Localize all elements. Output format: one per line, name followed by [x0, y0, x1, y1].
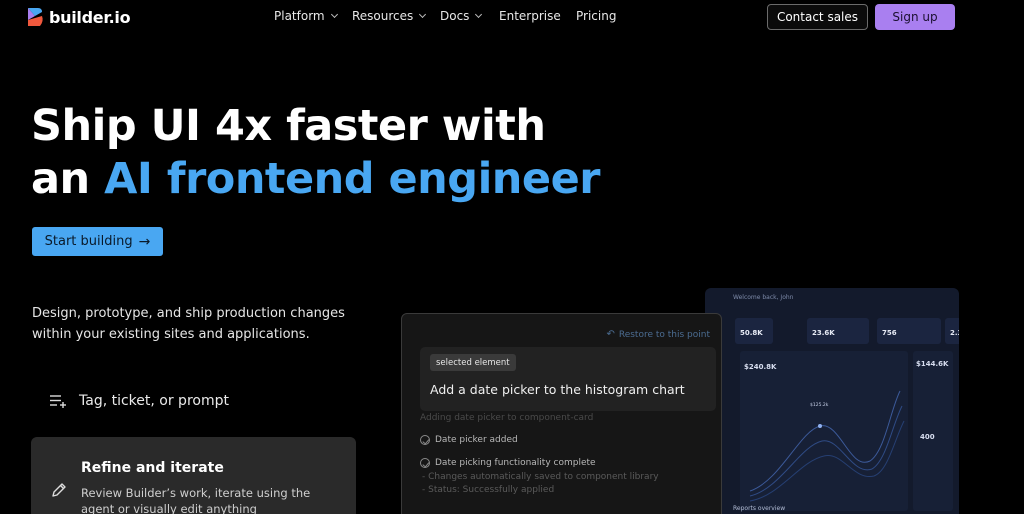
restore-button[interactable]: ↶ Restore to this point	[606, 329, 710, 340]
hero-subtitle: Design, prototype, and ship production c…	[32, 306, 345, 342]
dashboard-stat-card: 50.8K	[735, 318, 773, 344]
feature-tab-prompt[interactable]: Tag, ticket, or prompt	[50, 393, 229, 409]
cta-label: Start building	[44, 234, 133, 249]
chevron-down-icon	[419, 10, 427, 19]
pencil-icon	[52, 483, 66, 497]
builder-logo-icon	[28, 8, 43, 26]
chart-waves	[749, 390, 905, 502]
dashboard-welcome: Welcome back, John	[733, 294, 794, 301]
nav-label: Docs	[440, 9, 470, 23]
selected-element-tag[interactable]: selected element	[430, 354, 516, 371]
check-circle-icon	[420, 435, 430, 445]
side-value-2: 400	[920, 433, 935, 441]
prompt-text: Add a date picker to the histogram chart	[430, 382, 685, 397]
check-label: Date picker added	[435, 435, 518, 445]
brand-name: builder.io	[49, 7, 131, 27]
nav-label: Pricing	[576, 9, 617, 23]
dashboard-stat-card: 23.6K	[807, 318, 869, 344]
dashboard-stat-card: 2.3	[945, 318, 959, 344]
list-add-icon	[50, 395, 66, 408]
dashboard-stat-card: 756	[877, 318, 941, 344]
stat-value: 756	[882, 329, 897, 337]
contact-sales-button[interactable]: Contact sales	[767, 4, 868, 30]
ai-chat-panel: ↶ Restore to this point selected element…	[401, 313, 722, 514]
restore-label: Restore to this point	[618, 329, 710, 340]
check-label: Date picking functionality complete	[435, 458, 596, 468]
nav-item-pricing[interactable]: Pricing	[576, 9, 616, 23]
stat-value: 2.3	[950, 329, 959, 337]
detail-line: - Status: Successfully applied	[422, 485, 555, 495]
dashboard-preview: Welcome back, John 50.8K 23.6K 756 2.3 $…	[705, 288, 959, 514]
check-item: Date picker added	[420, 435, 518, 445]
stat-value: 50.8K	[740, 329, 763, 337]
nav-item-platform[interactable]: Platform	[274, 9, 352, 23]
nav-item-docs[interactable]: Docs	[440, 9, 499, 23]
chevron-down-icon	[475, 10, 483, 19]
status-text: Adding date picker to component-card	[420, 413, 594, 423]
dashboard-histogram-chart: $240.8K $125.2k	[740, 351, 908, 511]
hero-title-line1: Ship UI 4x faster with	[31, 101, 546, 151]
check-item: Date picking functionality complete	[420, 458, 596, 468]
hero-title-accent: AI frontend engineer	[104, 154, 600, 204]
nav-label: Enterprise	[499, 9, 561, 23]
feature-card-description: Review Builder’s work, iterate using the…	[81, 486, 311, 514]
arrow-right-icon: →	[138, 233, 151, 250]
sign-up-button[interactable]: Sign up	[875, 4, 955, 30]
nav-links: Platform Resources Docs Enterprise Prici…	[274, 9, 616, 23]
start-building-button[interactable]: Start building →	[32, 227, 163, 256]
side-value: $144.6K	[916, 360, 949, 368]
nav-label: Resources	[352, 9, 414, 23]
top-nav: builder.io Platform Resources Docs Enter…	[0, 0, 1024, 34]
feature-card-refine[interactable]: Refine and iterate Review Builder’s work…	[31, 437, 356, 514]
nav-item-enterprise[interactable]: Enterprise	[499, 9, 576, 23]
logo[interactable]: builder.io	[27, 7, 131, 27]
detail-line: - Changes automatically saved to compone…	[422, 472, 659, 482]
hero-title-prefix: an	[31, 154, 105, 204]
undo-icon: ↶	[606, 329, 615, 340]
nav-item-resources[interactable]: Resources	[352, 9, 440, 23]
dashboard-footer-label: Reports overview	[733, 505, 786, 512]
stat-value: 23.6K	[812, 329, 835, 337]
hero-title: Ship UI 4x faster with an AI frontend en…	[31, 100, 600, 206]
feature-card-title: Refine and iterate	[81, 460, 224, 476]
check-circle-icon	[420, 458, 430, 468]
chevron-down-icon	[330, 10, 338, 19]
nav-label: Platform	[274, 9, 325, 23]
dashboard-side-panel: $144.6K 400	[913, 351, 953, 511]
feature-tab-label: Tag, ticket, or prompt	[79, 393, 229, 409]
prompt-message: selected element Add a date picker to th…	[420, 347, 716, 411]
